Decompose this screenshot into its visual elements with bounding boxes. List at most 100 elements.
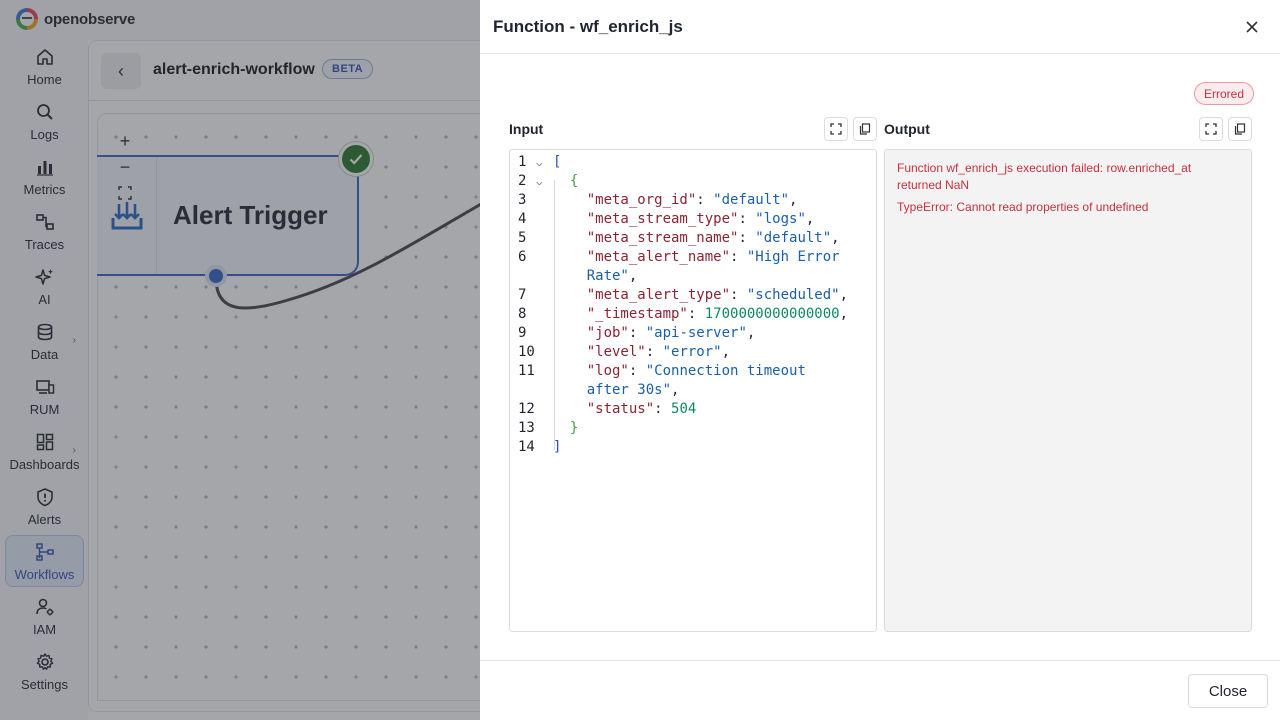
code-token: :: [730, 287, 747, 303]
code-text: ]: [553, 438, 561, 457]
line-number: 12: [518, 401, 535, 417]
line-number: 6: [518, 249, 527, 265]
code-text: [: [553, 153, 561, 172]
code-token: "Connection timeout: [645, 363, 806, 379]
code-line: 5 "meta_stream_name": "default",: [510, 229, 876, 248]
code-token: ,: [831, 230, 840, 246]
code-text: "meta_stream_name": "default",: [587, 229, 840, 248]
status-badge: Errored: [1194, 82, 1255, 105]
close-icon[interactable]: [1242, 17, 1262, 37]
code-token: ,: [628, 268, 638, 284]
code-line: after 30s",: [510, 381, 876, 400]
output-copy-button[interactable]: [1228, 117, 1252, 141]
code-token: :: [696, 192, 714, 208]
code-token: "error": [662, 344, 722, 360]
code-token: "logs": [755, 211, 806, 227]
code-token: "default": [755, 230, 832, 246]
line-number: 2: [518, 173, 527, 189]
code-token: :: [645, 344, 663, 360]
code-line: 8 "_timestamp": 1700000000000000,: [510, 305, 876, 324]
code-text: "_timestamp": 1700000000000000,: [587, 305, 848, 324]
code-token: "meta_alert_name": [586, 249, 731, 265]
close-button[interactable]: Close: [1188, 674, 1268, 708]
code-line: 10 "level": "error",: [510, 343, 876, 362]
code-token: [: [553, 154, 562, 170]
code-line: 4 "meta_stream_type": "logs",: [510, 210, 876, 229]
code-text: }: [570, 419, 578, 438]
line-number: 3: [518, 192, 527, 208]
output-error-line: Function wf_enrich_js execution failed: …: [897, 161, 1192, 192]
fold-chevron-icon[interactable]: ⌵: [536, 153, 548, 172]
output-panel: Function wf_enrich_js execution failed: …: [884, 149, 1252, 632]
copy-icon: [859, 123, 871, 135]
code-text: "level": "error",: [587, 343, 730, 362]
code-token: "job": [586, 325, 629, 341]
output-error-line: TypeError: Cannot read properties of und…: [897, 200, 1149, 214]
code-text: "meta_alert_name": "High Error: [587, 248, 840, 267]
code-line: 12 "status": 504: [510, 400, 876, 419]
code-token: ,: [839, 287, 849, 303]
output-fullscreen-button[interactable]: [1199, 117, 1223, 141]
code-line: 7 "meta_alert_type": "scheduled",: [510, 286, 876, 305]
code-line: 3 "meta_org_id": "default",: [510, 191, 876, 210]
code-line: 6 "meta_alert_name": "High Error: [510, 248, 876, 267]
code-token: "meta_alert_type": [586, 287, 731, 303]
code-line: 2 ⌵ {: [510, 172, 876, 191]
dialog-title: Function - wf_enrich_js: [493, 17, 683, 36]
line-number: 5: [518, 230, 527, 246]
code-token: ,: [671, 382, 680, 398]
line-number: 13: [518, 420, 535, 436]
dialog-header: Function - wf_enrich_js: [480, 0, 1280, 54]
input-label: Input: [509, 121, 544, 137]
code-token: :: [738, 230, 756, 246]
input-copy-button[interactable]: [853, 117, 877, 141]
code-text: "job": "api-server",: [587, 324, 756, 343]
modal-backdrop[interactable]: [0, 0, 480, 720]
code-token: {: [569, 173, 579, 189]
copy-icon: [1234, 123, 1246, 135]
fullscreen-icon: [830, 123, 842, 135]
code-token: :: [730, 249, 747, 265]
function-dialog: Function - wf_enrich_js Errored Input Ou…: [480, 0, 1280, 720]
code-token: after 30s": [586, 382, 672, 398]
code-token: "High Error: [746, 249, 840, 265]
code-line: Rate",: [510, 267, 876, 286]
fold-chevron-icon[interactable]: ⌵: [536, 172, 548, 191]
output-label: Output: [884, 121, 930, 137]
input-code-editor[interactable]: 1 ⌵ [2 ⌵ {3 "meta_org_id": "default", 4 "meta_s…: [509, 149, 877, 632]
code-line: 11 "log": "Connection timeout: [510, 362, 876, 381]
code-token: ,: [721, 344, 731, 360]
line-number: 10: [518, 344, 535, 360]
code-token: }: [569, 420, 579, 436]
code-token: "_timestamp": [586, 306, 688, 322]
code-text: {: [570, 172, 578, 191]
code-token: :: [654, 401, 672, 417]
code-text: after 30s",: [587, 381, 680, 400]
code-text: Rate",: [587, 267, 638, 286]
code-token: ,: [746, 325, 756, 341]
code-token: "status": [586, 401, 655, 417]
line-number: 8: [518, 306, 527, 322]
input-fullscreen-button[interactable]: [824, 117, 848, 141]
line-number: 7: [518, 287, 527, 303]
code-token: "default": [713, 192, 790, 208]
code-line: 13}: [510, 419, 876, 438]
code-token: 1700000000000000: [704, 306, 840, 322]
code-token: ,: [789, 192, 798, 208]
code-token: 504: [671, 401, 697, 417]
code-token: ]: [553, 439, 562, 455]
code-token: Rate": [586, 268, 629, 284]
code-text: "meta_stream_type": "logs",: [587, 210, 815, 229]
code-token: ,: [805, 211, 815, 227]
code-token: :: [628, 363, 646, 379]
line-number: 4: [518, 211, 527, 227]
code-token: :: [628, 325, 646, 341]
code-text: "meta_alert_type": "scheduled",: [587, 286, 848, 305]
code-token: ,: [839, 306, 849, 322]
code-token: "meta_stream_type": [586, 211, 739, 227]
code-token: "meta_org_id": [586, 192, 697, 208]
code-line: 1 ⌵ [: [510, 153, 876, 172]
line-number: 11: [518, 363, 535, 379]
code-token: "api-server": [645, 325, 747, 341]
code-token: "meta_stream_name": [586, 230, 739, 246]
